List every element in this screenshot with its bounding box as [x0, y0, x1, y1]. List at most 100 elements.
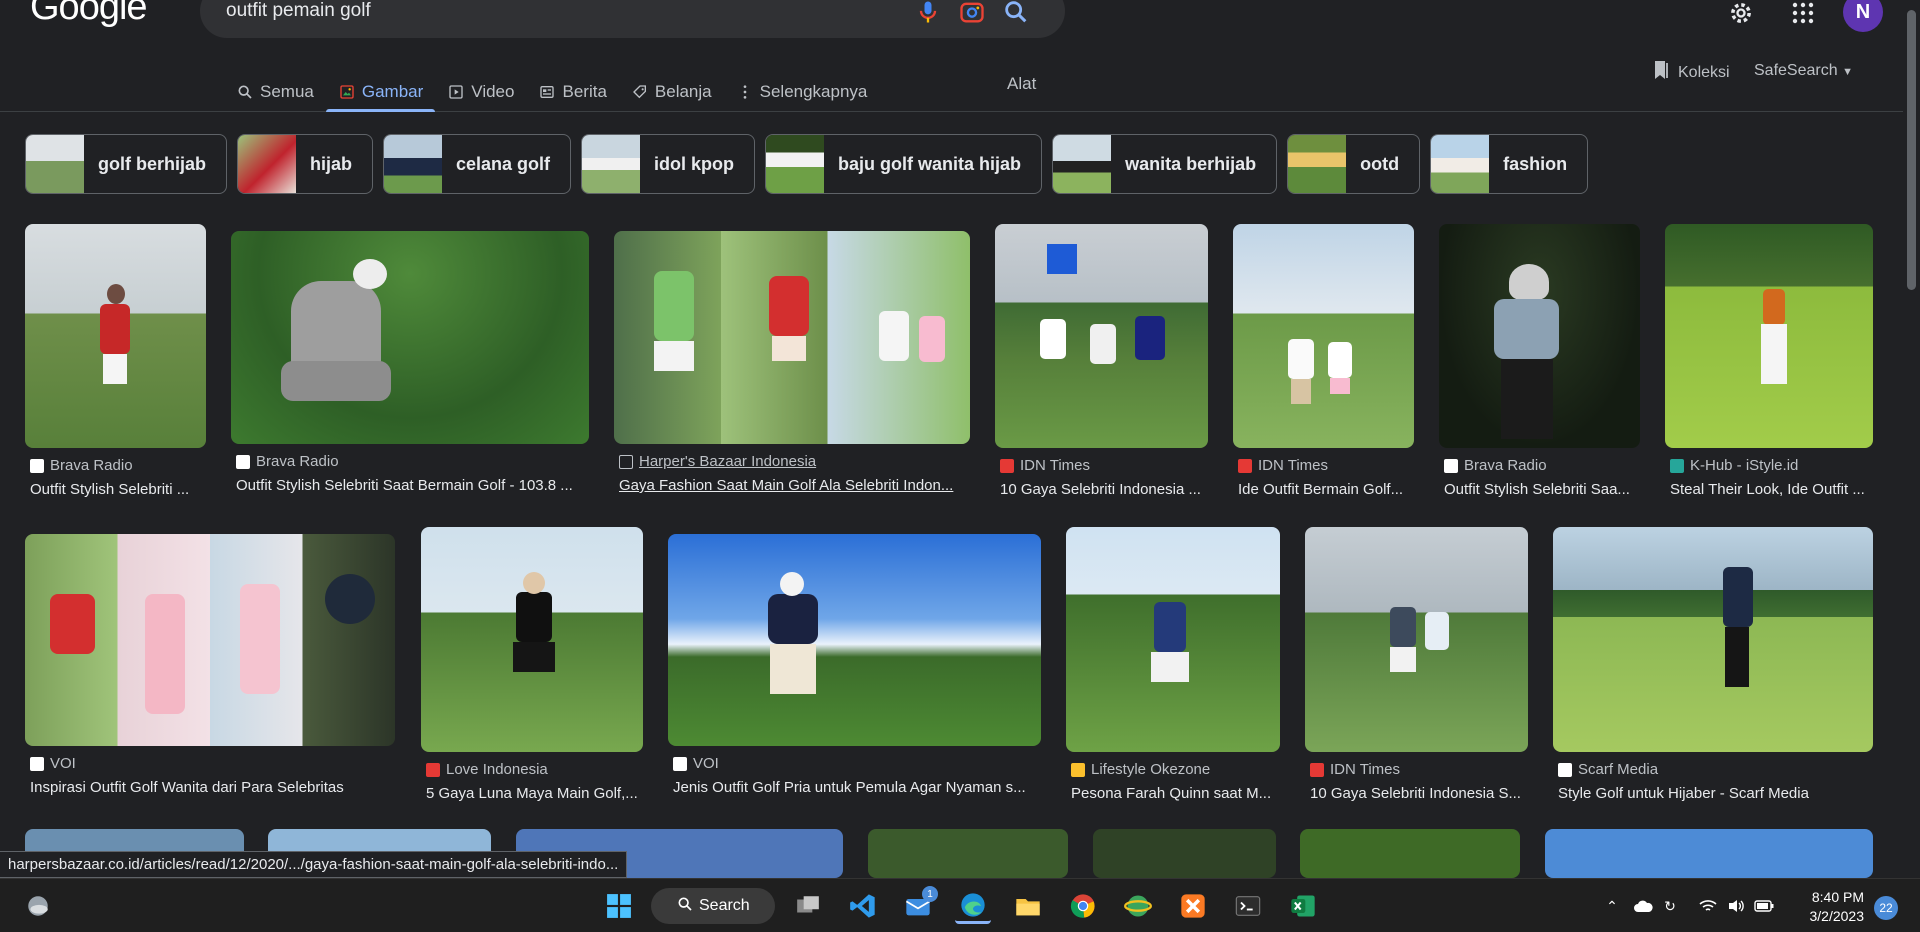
- result-image[interactable]: [25, 224, 206, 448]
- image-result[interactable]: Brava Radio Outfit Stylish Selebriti Saa…: [1439, 224, 1640, 498]
- task-view-icon[interactable]: [790, 888, 826, 924]
- result-title[interactable]: Style Golf untuk Hijaber - Scarf Media: [1558, 785, 1873, 802]
- terminal-icon[interactable]: [1230, 888, 1266, 924]
- result-source[interactable]: VOI: [30, 755, 395, 772]
- chip-baju-golf-wanita-hijab[interactable]: baju golf wanita hijab: [765, 134, 1043, 194]
- result-image[interactable]: [1553, 527, 1873, 752]
- image-result-partial[interactable]: [868, 829, 1068, 878]
- result-source[interactable]: IDN Times: [1238, 457, 1414, 474]
- result-image[interactable]: [1066, 527, 1280, 752]
- result-title[interactable]: Steal Their Look, Ide Outfit ...: [1670, 481, 1873, 498]
- result-source[interactable]: IDN Times: [1000, 457, 1208, 474]
- image-result-partial[interactable]: [1300, 829, 1520, 878]
- battery-icon[interactable]: [1754, 896, 1774, 916]
- result-image[interactable]: [1665, 224, 1873, 448]
- result-source[interactable]: Lifestyle Okezone: [1071, 761, 1280, 778]
- result-title[interactable]: Ide Outfit Bermain Golf...: [1238, 481, 1414, 498]
- chip-wanita-berhijab[interactable]: wanita berhijab: [1052, 134, 1278, 194]
- sync-icon[interactable]: ↻: [1660, 896, 1680, 916]
- result-title[interactable]: 5 Gaya Luna Maya Main Golf,...: [426, 785, 643, 802]
- chip-ootd[interactable]: ootd: [1287, 134, 1421, 194]
- result-image[interactable]: [231, 231, 589, 444]
- result-source[interactable]: K-Hub - iStyle.id: [1670, 457, 1873, 474]
- chrome-icon[interactable]: [1065, 888, 1101, 924]
- result-title[interactable]: 10 Gaya Selebriti Indonesia ...: [1000, 481, 1208, 498]
- result-image[interactable]: [995, 224, 1208, 448]
- result-image[interactable]: [1093, 829, 1276, 878]
- result-source[interactable]: Love Indonesia: [426, 761, 643, 778]
- notification-badge[interactable]: 22: [1874, 896, 1898, 920]
- xampp-icon[interactable]: [1175, 888, 1211, 924]
- search-box[interactable]: outfit pemain golf: [200, 0, 1065, 38]
- app-globe-icon[interactable]: [1120, 888, 1156, 924]
- image-result[interactable]: Brava Radio Outfit Stylish Selebriti ...: [25, 224, 206, 498]
- lens-camera-icon[interactable]: [958, 0, 986, 26]
- taskbar-search[interactable]: Search: [651, 888, 775, 924]
- result-title[interactable]: Pesona Farah Quinn saat M...: [1071, 785, 1280, 802]
- microphone-icon[interactable]: [914, 0, 942, 26]
- chip-golf-berhijab[interactable]: golf berhijab: [25, 134, 227, 194]
- result-title[interactable]: Outfit Stylish Selebriti Saa...: [1444, 481, 1640, 498]
- tab-video[interactable]: Video: [435, 72, 526, 112]
- image-result[interactable]: Harper's Bazaar Indonesia Gaya Fashion S…: [614, 231, 970, 494]
- search-submit-icon[interactable]: [1002, 0, 1030, 26]
- result-image[interactable]: [1439, 224, 1640, 448]
- chip-idol-kpop[interactable]: idol kpop: [581, 134, 756, 194]
- excel-icon[interactable]: [1285, 888, 1321, 924]
- result-image[interactable]: [868, 829, 1068, 878]
- image-result[interactable]: Lifestyle Okezone Pesona Farah Quinn saa…: [1066, 527, 1280, 802]
- result-source[interactable]: Brava Radio: [1444, 457, 1640, 474]
- apps-grid-icon[interactable]: [1786, 0, 1820, 30]
- edge-browser-icon[interactable]: [955, 888, 991, 924]
- result-source[interactable]: Brava Radio: [236, 453, 589, 470]
- safesearch-dropdown[interactable]: SafeSearch ▼: [1754, 62, 1853, 80]
- image-result[interactable]: IDN Times 10 Gaya Selebriti Indonesia ..…: [995, 224, 1208, 498]
- tab-berita[interactable]: Berita: [526, 72, 618, 112]
- result-image[interactable]: [614, 231, 970, 444]
- clock[interactable]: 8:40 PM 3/2/2023: [1794, 888, 1865, 926]
- weather-icon[interactable]: [20, 888, 56, 924]
- result-source[interactable]: VOI: [673, 755, 1041, 772]
- scrollbar-thumb[interactable]: [1907, 10, 1916, 290]
- image-result[interactable]: VOI Jenis Outfit Golf Pria untuk Pemula …: [668, 534, 1041, 796]
- search-input[interactable]: outfit pemain golf: [226, 0, 371, 22]
- image-result-partial[interactable]: [1093, 829, 1276, 878]
- image-result-partial[interactable]: [1545, 829, 1873, 878]
- result-title[interactable]: Jenis Outfit Golf Pria untuk Pemula Agar…: [673, 779, 1041, 796]
- wifi-icon[interactable]: [1698, 896, 1718, 916]
- image-result[interactable]: VOI Inspirasi Outfit Golf Wanita dari Pa…: [25, 534, 395, 796]
- result-source[interactable]: Brava Radio: [30, 457, 206, 474]
- account-avatar[interactable]: N: [1843, 0, 1883, 32]
- result-image[interactable]: [1545, 829, 1873, 878]
- result-source[interactable]: Harper's Bazaar Indonesia: [619, 453, 970, 470]
- result-source[interactable]: Scarf Media: [1558, 761, 1873, 778]
- image-result[interactable]: IDN Times Ide Outfit Bermain Golf...: [1233, 224, 1414, 498]
- image-result[interactable]: K-Hub - iStyle.id Steal Their Look, Ide …: [1665, 224, 1873, 498]
- result-image[interactable]: [1300, 829, 1520, 878]
- image-result[interactable]: IDN Times 10 Gaya Selebriti Indonesia S.…: [1305, 527, 1528, 802]
- chip-hijab[interactable]: hijab: [237, 134, 374, 194]
- chip-celana-golf[interactable]: celana golf: [383, 134, 572, 194]
- mail-icon[interactable]: 1: [900, 886, 938, 924]
- result-image[interactable]: [25, 534, 395, 746]
- page-scrollbar[interactable]: [1903, 0, 1920, 878]
- tab-gambar[interactable]: Gambar: [325, 72, 436, 112]
- google-logo[interactable]: Google: [30, 0, 148, 29]
- image-result[interactable]: Love Indonesia 5 Gaya Luna Maya Main Gol…: [421, 527, 643, 802]
- tray-chevron-up-icon[interactable]: ⌃: [1602, 896, 1622, 916]
- image-result[interactable]: Scarf Media Style Golf untuk Hijaber - S…: [1553, 527, 1873, 802]
- result-source[interactable]: IDN Times: [1310, 761, 1528, 778]
- tools-button[interactable]: Alat: [1007, 74, 1036, 94]
- windows-start-icon[interactable]: [601, 888, 637, 924]
- tab-belanja[interactable]: Belanja: [619, 72, 724, 112]
- result-title[interactable]: Inspirasi Outfit Golf Wanita dari Para S…: [30, 779, 395, 796]
- vscode-icon[interactable]: [845, 888, 881, 924]
- chip-fashion[interactable]: fashion: [1430, 134, 1589, 194]
- result-title[interactable]: Gaya Fashion Saat Main Golf Ala Selebrit…: [619, 477, 970, 494]
- file-explorer-icon[interactable]: [1010, 888, 1046, 924]
- result-image[interactable]: [1305, 527, 1528, 752]
- result-image[interactable]: [1233, 224, 1414, 448]
- result-image[interactable]: [421, 527, 643, 752]
- result-title[interactable]: Outfit Stylish Selebriti ...: [30, 481, 206, 498]
- tab-semua[interactable]: Semua: [224, 72, 326, 112]
